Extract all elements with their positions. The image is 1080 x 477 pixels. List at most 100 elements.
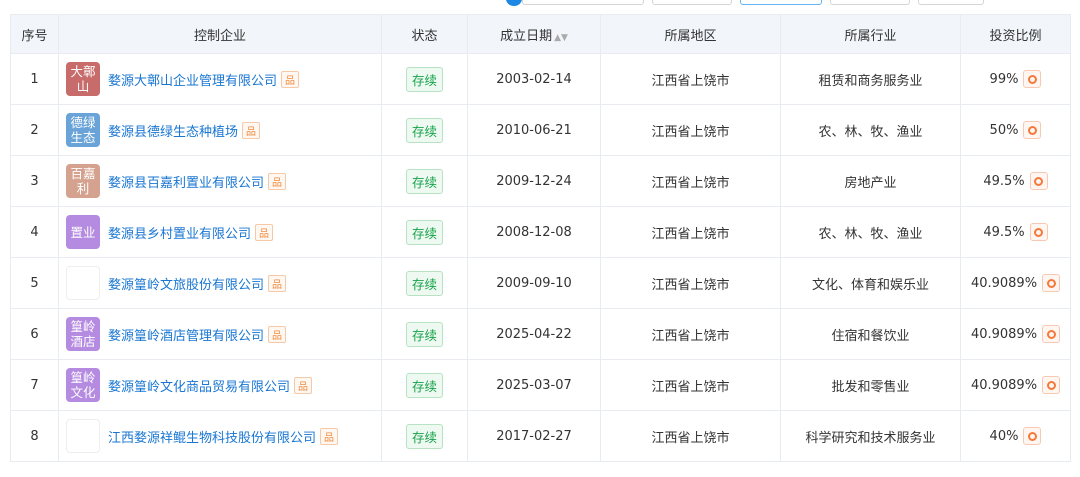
ratio-value: 40% <box>989 428 1019 444</box>
table-row: 1 大鄣山 婺源大鄣山企业管理有限公司 品 存续 2003-02-14 江西省上… <box>10 53 1071 105</box>
top-toolbar-fragment <box>0 0 1080 8</box>
company-logo-text: 百嘉利 <box>70 166 96 196</box>
row-index: 4 <box>10 206 59 258</box>
row-region: 江西省上饶市 <box>600 104 781 156</box>
toolbar-button[interactable] <box>918 0 984 5</box>
row-company-cell: 百嘉利 婺源县百嘉利置业有限公司 品 <box>58 155 382 207</box>
header-ratio: 投资比例 <box>960 14 1071 54</box>
row-ratio-cell: 40.9089% <box>960 359 1071 411</box>
equity-chart-icon[interactable]: 品 <box>268 274 287 292</box>
equity-chart-icon[interactable]: 品 <box>268 325 287 343</box>
toolbar-button[interactable] <box>830 0 910 5</box>
company-name-link[interactable]: 婺源县乡村置业有限公司 <box>108 223 251 242</box>
row-company-cell: 大鄣山 婺源大鄣山企业管理有限公司 品 <box>58 53 382 105</box>
row-region: 江西省上饶市 <box>600 359 781 411</box>
status-badge: 存续 <box>405 270 443 296</box>
company-name-link[interactable]: 婺源篁岭文化商品贸易有限公司 <box>108 376 290 395</box>
company-logo[interactable]: 篁岭酒店 <box>66 317 100 351</box>
row-status-cell: 存续 <box>381 410 468 462</box>
row-region: 江西省上饶市 <box>600 257 781 309</box>
company-name-link[interactable]: 婺源县百嘉利置业有限公司 <box>108 172 264 191</box>
company-logo[interactable]: 篁岭文化 <box>66 368 100 402</box>
ratio-value: 49.5% <box>983 173 1025 189</box>
ratio-value: 50% <box>989 122 1019 138</box>
company-logo[interactable]: 置业 <box>66 215 100 249</box>
equity-chart-icon[interactable]: 品 <box>294 376 313 394</box>
penetration-icon[interactable] <box>1023 70 1042 88</box>
company-logo[interactable]: 百嘉利 <box>66 164 100 198</box>
header-date[interactable]: 成立日期 ▲▼ <box>467 14 601 54</box>
ratio-value: 99% <box>989 71 1019 87</box>
row-status-cell: 存续 <box>381 53 468 105</box>
equity-chart-icon[interactable]: 品 <box>281 70 300 88</box>
row-region: 江西省上饶市 <box>600 53 781 105</box>
toolbar-button[interactable] <box>740 0 822 5</box>
row-date: 2025-04-22 <box>467 308 601 360</box>
header-industry: 所属行业 <box>780 14 961 54</box>
status-badge: 存续 <box>405 219 443 245</box>
status-badge: 存续 <box>405 168 443 194</box>
row-index: 1 <box>10 53 59 105</box>
company-logo-text: 大鄣山 <box>70 64 96 94</box>
row-status-cell: 存续 <box>381 308 468 360</box>
row-industry: 租赁和商务服务业 <box>780 53 961 105</box>
row-index: 7 <box>10 359 59 411</box>
row-ratio-cell: 49.5% <box>960 206 1071 258</box>
penetration-icon[interactable] <box>1042 325 1061 343</box>
row-company-cell: 篁岭酒店 婺源篁岭酒店管理有限公司 品 <box>58 308 382 360</box>
row-status-cell: 存续 <box>381 359 468 411</box>
penetration-icon[interactable] <box>1029 223 1048 241</box>
ratio-value: 49.5% <box>983 224 1025 240</box>
status-badge: 存续 <box>405 423 443 449</box>
company-logo[interactable] <box>66 419 100 453</box>
row-company-cell: 置业 婺源县乡村置业有限公司 品 <box>58 206 382 258</box>
company-name-link[interactable]: 婺源篁岭酒店管理有限公司 <box>108 325 264 344</box>
company-logo-text: 德绿生态 <box>70 115 96 145</box>
company-name-link[interactable]: 婺源县德绿生态种植场 <box>108 121 238 140</box>
controlled-companies-table: 序号 控制企业 状态 成立日期 ▲▼ 所属地区 所属行业 投资比例 1 大鄣山 婺… <box>10 14 1071 462</box>
equity-chart-icon[interactable]: 品 <box>320 427 339 445</box>
equity-chart-icon[interactable]: 品 <box>255 223 274 241</box>
row-status-cell: 存续 <box>381 104 468 156</box>
penetration-icon[interactable] <box>1029 172 1048 190</box>
penetration-icon[interactable] <box>1023 427 1042 445</box>
ratio-value: 40.9089% <box>970 275 1038 291</box>
penetration-icon[interactable] <box>1023 121 1042 139</box>
table-row: 3 百嘉利 婺源县百嘉利置业有限公司 品 存续 2009-12-24 江西省上饶… <box>10 155 1071 207</box>
toolbar-input[interactable] <box>522 0 644 5</box>
row-company-cell: 篁岭文化 婺源篁岭文化商品贸易有限公司 品 <box>58 359 382 411</box>
header-company: 控制企业 <box>58 14 382 54</box>
row-ratio-cell: 99% <box>960 53 1071 105</box>
table-row: 7 篁岭文化 婺源篁岭文化商品贸易有限公司 品 存续 2025-03-07 江西… <box>10 359 1071 411</box>
table-row: 5 婺源篁岭文旅股份有限公司 品 存续 2009-09-10 江西省上饶市 文化… <box>10 257 1071 309</box>
row-index: 5 <box>10 257 59 309</box>
company-logo[interactable]: 大鄣山 <box>66 62 100 96</box>
equity-chart-icon[interactable]: 品 <box>242 121 261 139</box>
toolbar-button[interactable] <box>652 0 732 5</box>
row-date: 2009-09-10 <box>467 257 601 309</box>
header-region: 所属地区 <box>600 14 781 54</box>
company-logo[interactable]: 德绿生态 <box>66 113 100 147</box>
table-header-row: 序号 控制企业 状态 成立日期 ▲▼ 所属地区 所属行业 投资比例 <box>10 14 1071 54</box>
row-region: 江西省上饶市 <box>600 206 781 258</box>
company-name-link[interactable]: 婺源篁岭文旅股份有限公司 <box>108 274 264 293</box>
row-status-cell: 存续 <box>381 206 468 258</box>
penetration-icon[interactable] <box>1042 274 1061 292</box>
sort-icon[interactable]: ▲▼ <box>554 33 568 43</box>
header-date-label: 成立日期 <box>500 28 553 44</box>
ratio-value: 40.9089% <box>970 377 1038 393</box>
row-ratio-cell: 49.5% <box>960 155 1071 207</box>
company-name-link[interactable]: 婺源大鄣山企业管理有限公司 <box>108 70 277 89</box>
toolbar-toggle-icon[interactable] <box>506 0 522 6</box>
row-ratio-cell: 40.9089% <box>960 257 1071 309</box>
row-ratio-cell: 50% <box>960 104 1071 156</box>
header-status: 状态 <box>381 14 468 54</box>
penetration-icon[interactable] <box>1042 376 1061 394</box>
equity-chart-icon[interactable]: 品 <box>268 172 287 190</box>
row-index: 3 <box>10 155 59 207</box>
company-logo[interactable] <box>66 266 100 300</box>
status-badge: 存续 <box>405 117 443 143</box>
row-industry: 房地产业 <box>780 155 961 207</box>
row-index: 2 <box>10 104 59 156</box>
company-name-link[interactable]: 江西婺源祥鲲生物科技股份有限公司 <box>108 427 316 446</box>
